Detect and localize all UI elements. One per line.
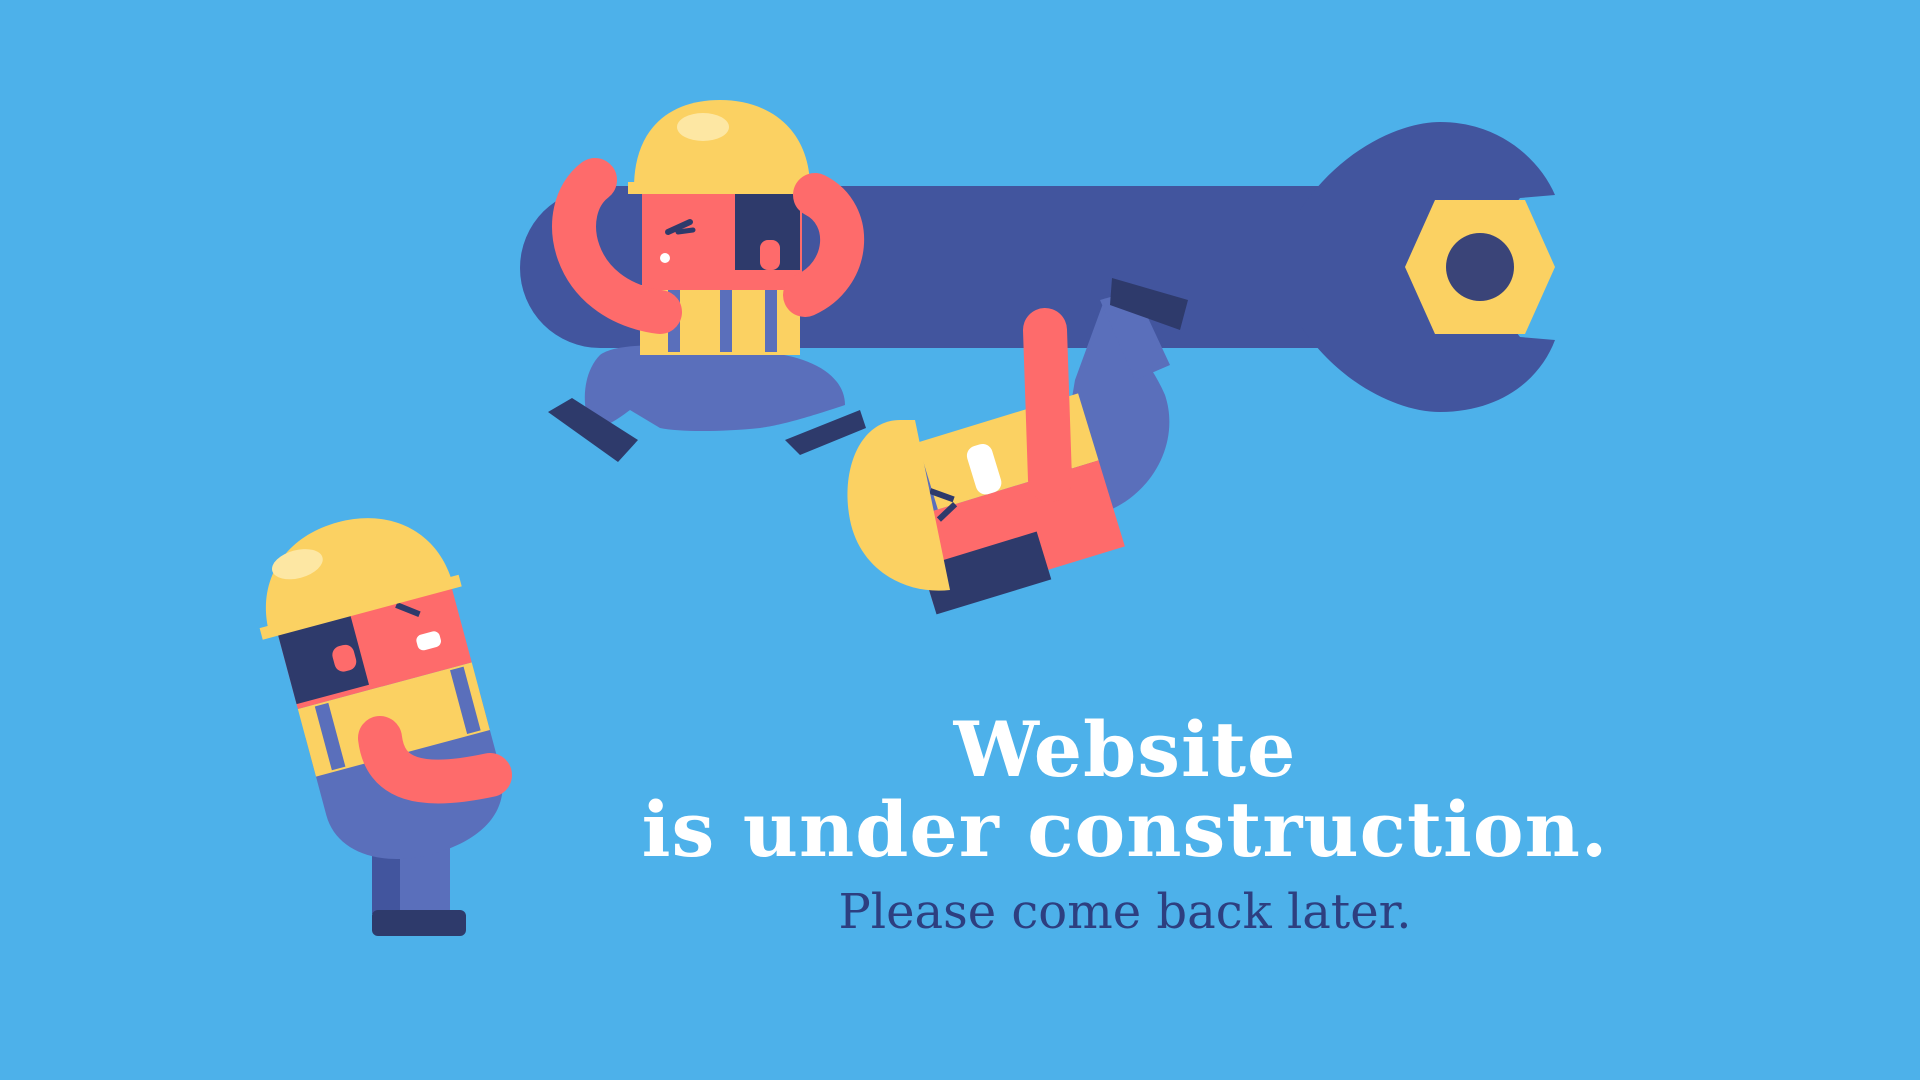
under-construction-page: Website is under construction. Please co… <box>0 0 1920 1080</box>
construction-worker-icon <box>548 100 866 462</box>
subtitle-come-back-later: Please come back later. <box>838 884 1412 940</box>
construction-worker-icon <box>259 518 512 936</box>
headline-under-construction: is under construction. <box>641 785 1609 874</box>
headline-website: Website <box>953 705 1297 794</box>
hex-nut-icon <box>1405 200 1555 334</box>
